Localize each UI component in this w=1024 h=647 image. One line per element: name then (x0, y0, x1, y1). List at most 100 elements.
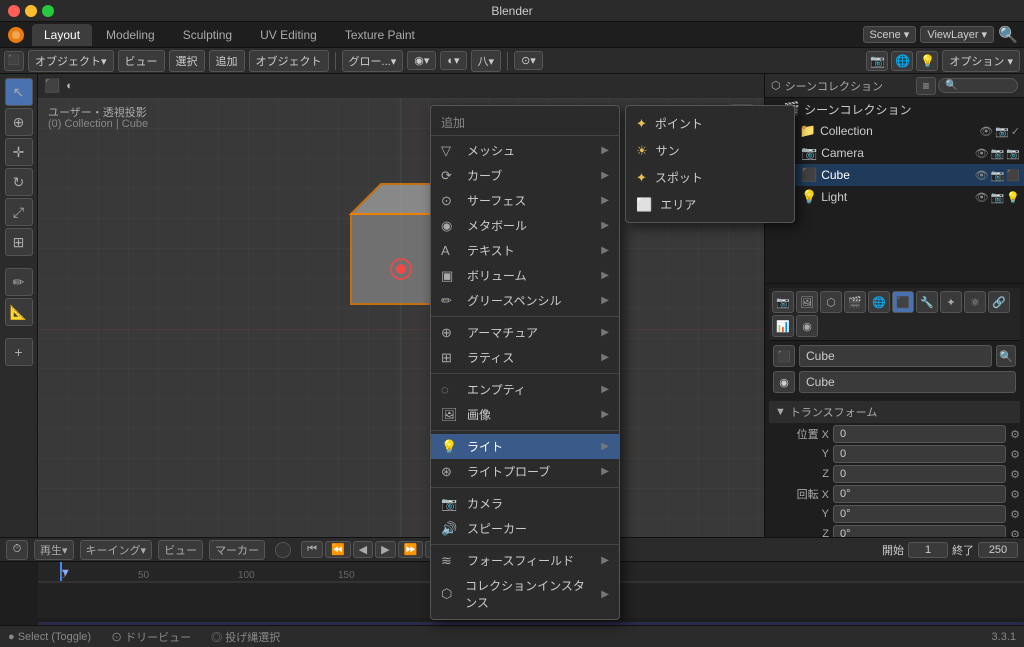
location-z-field[interactable]: 0 (833, 465, 1006, 483)
mode2-btn[interactable]: 八▾ (471, 50, 502, 72)
menu-item-empty[interactable]: ◌ エンプティ ▶ (431, 377, 619, 402)
cam-render-icon[interactable]: 📷 (991, 147, 1005, 160)
location-x-constraint[interactable]: ⚙ (1010, 428, 1020, 441)
view-btn[interactable]: ビュー (118, 50, 165, 72)
keying-btn[interactable]: キーイング▾ (80, 540, 153, 560)
tab-texture-paint[interactable]: Texture Paint (331, 24, 429, 46)
object-name-search-icon[interactable]: 🔍 (996, 345, 1016, 367)
rotate-tool-btn[interactable]: ↻ (5, 168, 33, 196)
scene-selector[interactable]: Scene ▾ (863, 26, 917, 43)
snap-btn[interactable]: ◉▾ (407, 51, 436, 70)
transform-section-header[interactable]: ▼ トランスフォーム (769, 401, 1020, 423)
view-layer-selector[interactable]: ViewLayer ▾ (920, 26, 994, 43)
add-btn[interactable]: 追加 (209, 50, 245, 72)
location-y-field[interactable]: 0 (833, 445, 1006, 463)
cam-data-icon[interactable]: 📷 (1006, 147, 1020, 160)
shading-btn[interactable]: 💡 (916, 51, 938, 71)
search-icon[interactable]: 🔍 (998, 25, 1018, 45)
data-props-icon[interactable]: 📊 (772, 315, 794, 337)
select-btn[interactable]: 選択 (169, 50, 205, 72)
rotation-y-constraint[interactable]: ⚙ (1010, 508, 1020, 521)
menu-item-curve[interactable]: ⟳ カーブ ▶ (431, 163, 619, 188)
play-back-btn[interactable]: ◀ (353, 541, 373, 558)
light-visibility-icon[interactable]: 👁 (975, 191, 989, 204)
view-layer-props-icon[interactable]: ⬡ (820, 291, 842, 313)
object-btn[interactable]: オブジェクト (249, 50, 329, 72)
object-mode-btn[interactable]: オブジェクト▾ (28, 50, 114, 72)
menu-item-text[interactable]: A テキスト ▶ (431, 238, 619, 263)
outliner-row-light[interactable]: 💡 Light 👁 📷 💡 (765, 186, 1024, 208)
annotate-btn[interactable]: ✏ (5, 268, 33, 296)
outliner-search[interactable]: 🔍 (938, 78, 1018, 93)
marker-btn[interactable]: マーカー (209, 540, 265, 560)
cursor-tool-btn[interactable]: ⊕ (5, 108, 33, 136)
rotation-x-field[interactable]: 0° (833, 485, 1006, 503)
transform-tool-btn[interactable]: ⊞ (5, 228, 33, 256)
start-frame-field[interactable]: 1 (908, 542, 948, 558)
cube-visibility-icon[interactable]: 👁 (975, 169, 989, 182)
outliner-row-camera[interactable]: 📷 Camera 👁 📷 📷 (765, 142, 1024, 164)
modifier-props-icon[interactable]: 🔧 (916, 291, 938, 313)
world-props-icon[interactable]: 🌐 (868, 291, 890, 313)
jump-start-btn[interactable]: ⏮ (301, 541, 323, 558)
view-btn-tl[interactable]: ビュー (158, 540, 203, 560)
menu-item-speaker[interactable]: 🔊 スピーカー (431, 516, 619, 541)
tab-layout[interactable]: Layout (32, 24, 92, 46)
location-z-constraint[interactable]: ⚙ (1010, 468, 1020, 481)
render-vis-icon[interactable]: 📷 (995, 125, 1009, 138)
menu-item-collection-instance[interactable]: ⬡ コレクションインスタンス ▶ (431, 573, 619, 615)
menu-item-light[interactable]: 💡 ライト ▶ (431, 434, 619, 459)
outliner-row-cube[interactable]: ⬛ Cube 👁 📷 ⬛ (765, 164, 1024, 186)
step-back-btn[interactable]: ⏪ (325, 541, 351, 558)
constraints-props-icon[interactable]: 🔗 (988, 291, 1010, 313)
overlay-btn[interactable]: ⊙▾ (514, 51, 543, 70)
add-object-btn[interactable]: + (5, 338, 33, 366)
tab-sculpting[interactable]: Sculpting (169, 24, 246, 46)
data-name-field[interactable]: Cube (799, 371, 1016, 393)
light-submenu-sun[interactable]: ☀ サン (626, 137, 794, 164)
outliner-row-scene[interactable]: ▼ 🎬 シーンコレクション (765, 98, 1024, 120)
rotation-z-field[interactable]: 0° (833, 525, 1006, 537)
play-btn[interactable]: ▶ (375, 541, 395, 558)
tab-modeling[interactable]: Modeling (92, 24, 169, 46)
end-frame-field[interactable]: 250 (978, 542, 1018, 558)
rotation-y-field[interactable]: 0° (833, 505, 1006, 523)
tab-uv-editing[interactable]: UV Editing (246, 24, 331, 46)
render-btn[interactable]: 📷 (866, 51, 888, 71)
cube-data-icon[interactable]: ⬛ (1006, 169, 1020, 182)
object-name-field[interactable]: Cube (799, 345, 992, 367)
playback-btn[interactable]: 再生▾ (34, 540, 74, 560)
menu-item-armature[interactable]: ⊕ アーマチュア ▶ (431, 320, 619, 345)
scene-props-icon[interactable]: 🎬 (844, 291, 866, 313)
menu-item-surface[interactable]: ⊙ サーフェス ▶ (431, 188, 619, 213)
window-controls[interactable] (8, 5, 54, 17)
options-btn[interactable]: オプション ▾ (942, 50, 1020, 72)
select-tool-btn[interactable]: ↖ (5, 78, 33, 106)
light-render-icon[interactable]: 📷 (991, 191, 1005, 204)
menu-item-image[interactable]: 🖼 画像 ▶ (431, 402, 619, 427)
menu-item-lattice[interactable]: ⊞ ラティス ▶ (431, 345, 619, 370)
minimize-button[interactable] (25, 5, 37, 17)
cube-render-icon[interactable]: 📷 (991, 169, 1005, 182)
material-props-icon[interactable]: ◉ (796, 315, 818, 337)
object-props-icon[interactable]: ⬛ (892, 291, 914, 313)
outliner-row-collection[interactable]: ▼ 📁 Collection 👁 📷 ✓ (765, 120, 1024, 142)
menu-item-grease[interactable]: ✏ グリースペンシル ▶ (431, 288, 619, 313)
scale-tool-btn[interactable]: ⤢ (5, 198, 33, 226)
menu-item-metaball[interactable]: ◉ メタボール ▶ (431, 213, 619, 238)
output-props-icon[interactable]: 🖼 (796, 291, 818, 313)
menu-item-forcefield[interactable]: ≋ フォースフィールド ▶ (431, 548, 619, 573)
move-tool-btn[interactable]: ✛ (5, 138, 33, 166)
proportional-btn[interactable]: ◐▾ (440, 51, 466, 70)
visibility-icon[interactable]: 👁 (979, 125, 993, 138)
location-x-field[interactable]: 0 (833, 425, 1006, 443)
render-props-icon[interactable]: 📷 (772, 291, 794, 313)
measure-btn[interactable]: 📐 (5, 298, 33, 326)
rotation-x-constraint[interactable]: ⚙ (1010, 488, 1020, 501)
light-submenu-spot[interactable]: ✦ スポット (626, 164, 794, 191)
light-submenu-area[interactable]: ⬜ エリア (626, 191, 794, 218)
menu-item-camera[interactable]: 📷 カメラ (431, 491, 619, 516)
menu-item-volume[interactable]: ▣ ボリューム ▶ (431, 263, 619, 288)
step-fwd-btn[interactable]: ⏩ (398, 541, 424, 558)
close-button[interactable] (8, 5, 20, 17)
